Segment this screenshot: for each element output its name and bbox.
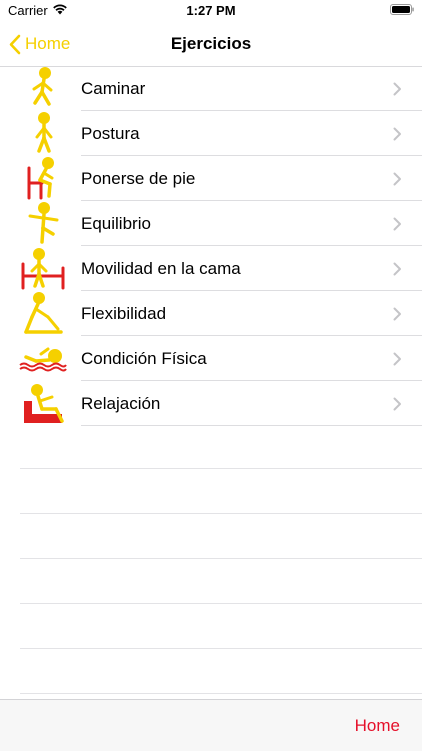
list-item-label: Movilidad en la cama <box>81 258 241 278</box>
chevron-right-icon <box>393 336 402 381</box>
navigation-bar: Ejercicios Home <box>0 22 422 67</box>
list-item-label: Equilibrio <box>81 213 151 233</box>
back-button[interactable]: Home <box>8 22 70 66</box>
list-item-caminar[interactable]: Caminar <box>0 66 422 111</box>
empty-row-divider <box>20 513 422 514</box>
list-item-label: Postura <box>81 123 140 143</box>
person-in-bed-icon <box>21 248 65 290</box>
list-item-condicion-fisica[interactable]: Condición Física <box>0 336 422 381</box>
status-time: 1:27 PM <box>186 3 236 18</box>
chevron-right-icon <box>393 246 402 291</box>
bottom-toolbar: Home <box>0 699 422 751</box>
list-item-label: Caminar <box>81 78 146 98</box>
person-rising-from-chair-icon <box>27 157 54 200</box>
row-divider <box>81 425 422 426</box>
chevron-right-icon <box>393 381 402 426</box>
list-item-label: Condición Física <box>81 348 207 368</box>
list-item-movilidad-en-la-cama[interactable]: Movilidad en la cama <box>0 246 422 291</box>
exercise-list: Caminar Postura Ponerse de pie Equilibri… <box>0 66 422 426</box>
list-item-label: Relajación <box>81 393 161 413</box>
home-button[interactable]: Home <box>355 700 400 751</box>
chevron-left-icon <box>9 34 21 54</box>
stretching-person-icon <box>24 292 63 334</box>
list-item-postura[interactable]: Postura <box>0 111 422 156</box>
back-button-label: Home <box>25 34 71 53</box>
status-bar: Carrier 1:27 PM <box>0 0 422 22</box>
list-item-ponerse-de-pie[interactable]: Ponerse de pie <box>0 156 422 201</box>
empty-row-divider <box>20 468 422 469</box>
chevron-right-icon <box>393 291 402 336</box>
chevron-right-icon <box>393 66 402 111</box>
empty-row-divider <box>20 558 422 559</box>
empty-row-divider <box>20 648 422 649</box>
empty-row-divider <box>20 693 422 694</box>
list-item-relajacion[interactable]: Relajación <box>0 381 422 426</box>
list-item-equilibrio[interactable]: Equilibrio <box>0 201 422 246</box>
person-in-armchair-icon <box>24 384 64 423</box>
walking-person-icon <box>32 67 53 106</box>
chevron-right-icon <box>393 156 402 201</box>
list-item-label: Ponerse de pie <box>81 168 196 188</box>
chevron-right-icon <box>393 111 402 156</box>
list-item-flexibilidad[interactable]: Flexibilidad <box>0 291 422 336</box>
balancing-person-icon <box>28 202 59 244</box>
battery-icon <box>390 4 414 15</box>
standing-person-icon <box>35 112 53 153</box>
swimming-person-icon <box>19 347 67 372</box>
list-item-label: Flexibilidad <box>81 303 167 323</box>
empty-row-divider <box>20 603 422 604</box>
chevron-right-icon <box>393 201 402 246</box>
